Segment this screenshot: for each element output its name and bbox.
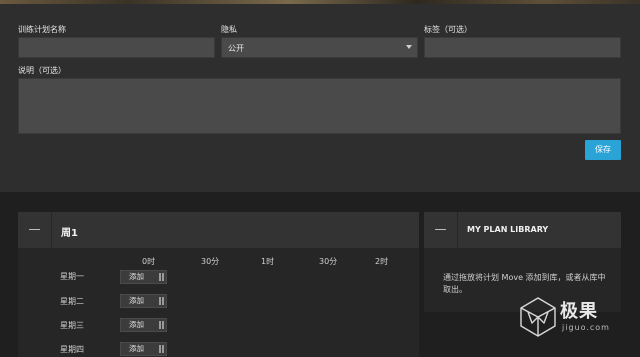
day-label-wednesday: 星期三	[60, 321, 84, 330]
privacy-label: 隐私	[221, 25, 237, 34]
add-button-label: 添加	[129, 272, 144, 281]
time-label-0h: 0时	[142, 257, 156, 266]
add-button-label: 添加	[129, 296, 144, 305]
library-collapse-button[interactable]: —	[424, 212, 458, 248]
privacy-select-value: 公开	[228, 44, 244, 53]
drag-handle-icon[interactable]	[159, 321, 165, 329]
day-label-monday: 星期一	[60, 272, 84, 281]
tags-label: 标签（可选）	[424, 25, 472, 34]
week-card-header: — 周1	[18, 212, 419, 248]
jiguo-logo-icon	[520, 297, 556, 337]
plan-name-label: 训练计划名称	[18, 25, 66, 34]
day-label-tuesday: 星期二	[60, 297, 84, 306]
watermark-title: 极果	[560, 301, 598, 322]
day-label-thursday: 星期四	[60, 345, 84, 354]
plan-name-input[interactable]	[18, 37, 215, 58]
jiguo-watermark: 极果 jiguo.com	[516, 293, 636, 353]
time-label-1h30m: 30分	[319, 257, 338, 266]
description-label: 说明（可选）	[18, 66, 66, 75]
chevron-down-icon	[406, 45, 412, 49]
description-textarea[interactable]	[18, 78, 621, 134]
privacy-select[interactable]: 公开	[221, 37, 418, 58]
week-collapse-button[interactable]: —	[18, 212, 52, 248]
save-button[interactable]: 保存	[585, 140, 621, 160]
week-title: 周1	[61, 228, 78, 239]
library-title: MY PLAN LIBRARY	[467, 225, 549, 234]
drag-handle-icon[interactable]	[159, 273, 165, 281]
week-card: — 周1 0时 30分 1时 30分 2时 星期一 添加 星期二 添加 星期三 …	[18, 212, 419, 357]
tags-input[interactable]	[424, 37, 621, 58]
library-card-header: — MY PLAN LIBRARY	[424, 212, 621, 248]
time-label-1h: 1时	[261, 257, 275, 266]
time-label-2h: 2时	[375, 257, 389, 266]
time-label-30m: 30分	[201, 257, 220, 266]
add-button-label: 添加	[129, 344, 144, 353]
drag-handle-icon[interactable]	[159, 345, 165, 353]
add-button-label: 添加	[129, 320, 144, 329]
watermark-subtitle: jiguo.com	[562, 323, 610, 332]
drag-handle-icon[interactable]	[159, 297, 165, 305]
